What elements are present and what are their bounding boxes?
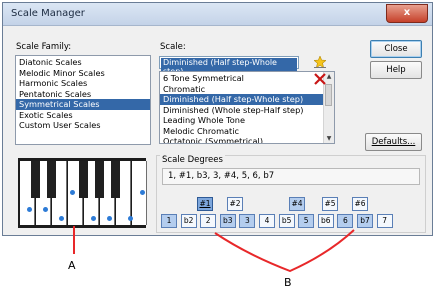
callout-a: A <box>68 259 76 272</box>
callout-lines <box>73 226 355 273</box>
callout-b: B <box>284 276 292 289</box>
